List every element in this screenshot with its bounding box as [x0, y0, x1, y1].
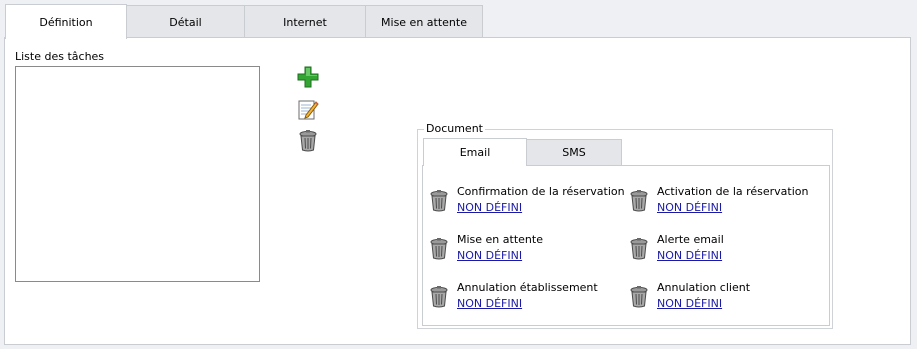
trash-icon[interactable] — [429, 285, 449, 308]
doc-item-link[interactable]: NON DÉFINI — [457, 201, 522, 214]
doc-item-confirmation: Confirmation de la réservation NON DÉFIN… — [429, 185, 629, 225]
trash-icon[interactable] — [629, 285, 649, 308]
delete-task-button[interactable] — [297, 130, 319, 152]
doc-item-activation: Activation de la réservation NON DÉFINI — [629, 185, 829, 225]
doc-item-title: Mise en attente — [457, 233, 543, 246]
doc-item-annulation-client: Annulation client NON DÉFINI — [629, 281, 829, 321]
doc-item-title: Activation de la réservation — [657, 185, 809, 198]
doc-item-title: Alerte email — [657, 233, 724, 246]
doc-item-link[interactable]: NON DÉFINI — [457, 297, 522, 310]
task-list[interactable] — [15, 66, 260, 282]
tab-internet[interactable]: Internet — [244, 5, 366, 38]
definition-panel: Liste des tâches Document Email SMS Conf… — [4, 37, 911, 345]
tab-email[interactable]: Email — [423, 138, 527, 166]
document-legend: Document — [424, 122, 485, 135]
email-panel: Confirmation de la réservation NON DÉFIN… — [422, 165, 830, 326]
tab-mise-en-attente[interactable]: Mise en attente — [365, 5, 483, 38]
trash-icon[interactable] — [629, 237, 649, 260]
doc-item-title: Annulation établissement — [457, 281, 598, 294]
doc-item-mise-en-attente: Mise en attente NON DÉFINI — [429, 233, 629, 273]
edit-icon — [297, 98, 319, 120]
task-list-label: Liste des tâches — [15, 50, 105, 63]
add-icon — [297, 66, 319, 88]
trash-icon[interactable] — [429, 189, 449, 212]
trash-icon[interactable] — [629, 189, 649, 212]
add-task-button[interactable] — [297, 66, 319, 88]
doc-item-alerte-email: Alerte email NON DÉFINI — [629, 233, 829, 273]
trash-icon[interactable] — [429, 237, 449, 260]
doc-item-link[interactable]: NON DÉFINI — [657, 201, 722, 214]
doc-item-link[interactable]: NON DÉFINI — [657, 249, 722, 262]
doc-item-title: Annulation client — [657, 281, 751, 294]
doc-item-title: Confirmation de la réservation — [457, 185, 625, 198]
document-group: Document Email SMS Confirmation de la ré… — [417, 122, 833, 329]
tab-sms[interactable]: SMS — [526, 139, 622, 165]
doc-item-link[interactable]: NON DÉFINI — [457, 249, 522, 262]
tab-detail[interactable]: Détail — [126, 5, 245, 38]
trash-icon — [297, 130, 319, 152]
main-tabbar: Définition Détail Internet Mise en atten… — [0, 0, 917, 39]
tab-definition[interactable]: Définition — [5, 4, 127, 39]
edit-task-button[interactable] — [297, 98, 319, 120]
doc-item-annulation-etablissement: Annulation établissement NON DÉFINI — [429, 281, 629, 321]
doc-item-link[interactable]: NON DÉFINI — [657, 297, 722, 310]
